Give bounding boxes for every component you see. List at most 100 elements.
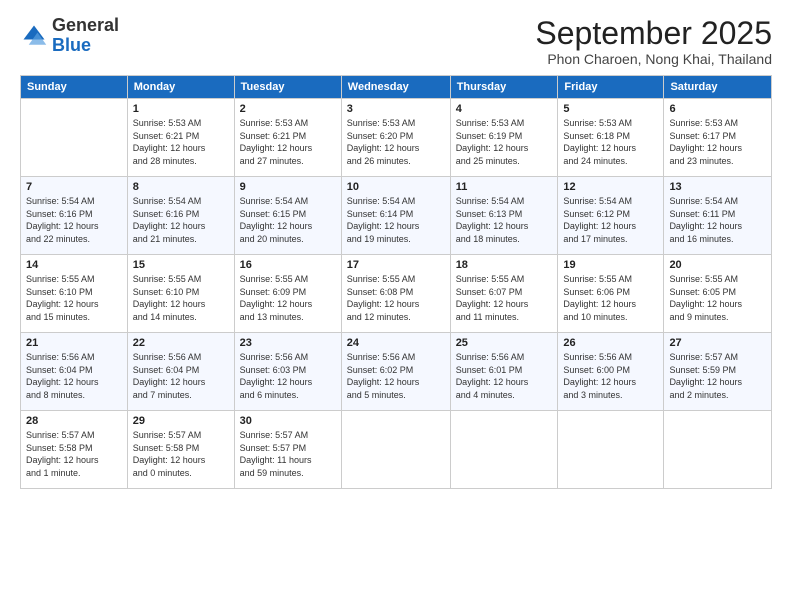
day-number: 12 (563, 181, 658, 193)
calendar-week-row: 28Sunrise: 5:57 AM Sunset: 5:58 PM Dayli… (21, 411, 772, 489)
table-row (341, 411, 450, 489)
day-info: Sunrise: 5:54 AM Sunset: 6:15 PM Dayligh… (240, 195, 336, 245)
table-row: 25Sunrise: 5:56 AM Sunset: 6:01 PM Dayli… (450, 333, 558, 411)
day-number: 9 (240, 181, 336, 193)
day-info: Sunrise: 5:56 AM Sunset: 6:04 PM Dayligh… (26, 351, 122, 401)
table-row: 27 Sunrise: 5:57 AM Sunset: 5:59 PM Dayli… (664, 333, 772, 411)
day-number: 27 (669, 337, 766, 349)
day-info: Sunrise: 5:55 AM Sunset: 6:05 PM Dayligh… (669, 273, 766, 323)
page: General Blue September 2025 Phon Charoen… (0, 0, 792, 612)
table-row: 18Sunrise: 5:55 AM Sunset: 6:07 PM Dayli… (450, 255, 558, 333)
day-number: 16 (240, 259, 336, 271)
table-row: 3 Sunrise: 5:53 AM Sunset: 6:20 PM Daylig… (341, 99, 450, 177)
calendar-header-row: Sunday Monday Tuesday Wednesday Thursday… (21, 76, 772, 99)
day-number: 13 (669, 181, 766, 193)
calendar-week-row: 14 Sunrise: 5:55 AM Sunset: 6:10 PM Dayli… (21, 255, 772, 333)
calendar-week-row: 7 Sunrise: 5:54 AM Sunset: 6:16 PM Daylig… (21, 177, 772, 255)
day-number: 30 (240, 415, 336, 427)
day-info: Sunrise: 5:57 AM Sunset: 5:58 PM Dayligh… (133, 429, 229, 479)
table-row: 6 Sunrise: 5:53 AM Sunset: 6:17 PM Daylig… (664, 99, 772, 177)
day-number: 14 (26, 259, 122, 271)
table-row: 5Sunrise: 5:53 AM Sunset: 6:18 PM Daylig… (558, 99, 664, 177)
table-row: 29 Sunrise: 5:57 AM Sunset: 5:58 PM Dayli… (127, 411, 234, 489)
day-info: Sunrise: 5:57 AM Sunset: 5:58 PM Dayligh… (26, 429, 122, 479)
table-row: 23Sunrise: 5:56 AM Sunset: 6:03 PM Dayli… (234, 333, 341, 411)
day-number: 20 (669, 259, 766, 271)
day-number: 18 (456, 259, 553, 271)
day-number: 11 (456, 181, 553, 193)
day-info: Sunrise: 5:55 AM Sunset: 6:08 PM Dayligh… (347, 273, 445, 323)
day-info: Sunrise: 5:53 AM Sunset: 6:19 PM Dayligh… (456, 117, 553, 167)
col-monday: Monday (127, 76, 234, 99)
day-number: 4 (456, 103, 553, 115)
table-row: 1 Sunrise: 5:53 AM Sunset: 6:21 PM Daylig… (127, 99, 234, 177)
day-info: Sunrise: 5:54 AM Sunset: 6:14 PM Dayligh… (347, 195, 445, 245)
day-info: Sunrise: 5:53 AM Sunset: 6:17 PM Dayligh… (669, 117, 766, 167)
col-tuesday: Tuesday (234, 76, 341, 99)
day-info: Sunrise: 5:53 AM Sunset: 6:18 PM Dayligh… (563, 117, 658, 167)
day-number: 23 (240, 337, 336, 349)
table-row: 21 Sunrise: 5:56 AM Sunset: 6:04 PM Dayli… (21, 333, 128, 411)
day-number: 22 (133, 337, 229, 349)
table-row: 22 Sunrise: 5:56 AM Sunset: 6:04 PM Dayli… (127, 333, 234, 411)
day-info: Sunrise: 5:55 AM Sunset: 6:06 PM Dayligh… (563, 273, 658, 323)
day-info: Sunrise: 5:56 AM Sunset: 6:00 PM Dayligh… (563, 351, 658, 401)
header: General Blue September 2025 Phon Charoen… (20, 16, 772, 67)
day-info: Sunrise: 5:57 AM Sunset: 5:59 PM Dayligh… (669, 351, 766, 401)
day-info: Sunrise: 5:54 AM Sunset: 6:16 PM Dayligh… (133, 195, 229, 245)
day-info: Sunrise: 5:55 AM Sunset: 6:10 PM Dayligh… (133, 273, 229, 323)
day-info: Sunrise: 5:54 AM Sunset: 6:11 PM Dayligh… (669, 195, 766, 245)
table-row: 14 Sunrise: 5:55 AM Sunset: 6:10 PM Dayli… (21, 255, 128, 333)
table-row: 7Sunrise: 5:54 AM Sunset: 6:16 PM Daylig… (21, 177, 128, 255)
day-info: Sunrise: 5:53 AM Sunset: 6:20 PM Dayligh… (347, 117, 445, 167)
day-info: Sunrise: 5:54 AM Sunset: 6:13 PM Dayligh… (456, 195, 553, 245)
day-number: 24 (347, 337, 445, 349)
table-row (558, 411, 664, 489)
day-info: Sunrise: 5:55 AM Sunset: 6:10 PM Dayligh… (26, 273, 122, 323)
day-number: 7 (26, 181, 122, 193)
table-row: 15 Sunrise: 5:55 AM Sunset: 6:10 PM Dayli… (127, 255, 234, 333)
day-number: 3 (347, 103, 445, 115)
col-saturday: Saturday (664, 76, 772, 99)
day-number: 8 (133, 181, 229, 193)
table-row: 30Sunrise: 5:57 AM Sunset: 5:57 PM Dayli… (234, 411, 341, 489)
table-row: 8 Sunrise: 5:54 AM Sunset: 6:16 PM Daylig… (127, 177, 234, 255)
calendar-table: Sunday Monday Tuesday Wednesday Thursday… (20, 75, 772, 489)
table-row: 10Sunrise: 5:54 AM Sunset: 6:14 PM Dayli… (341, 177, 450, 255)
day-info: Sunrise: 5:55 AM Sunset: 6:09 PM Dayligh… (240, 273, 336, 323)
table-row: 11 Sunrise: 5:54 AM Sunset: 6:13 PM Dayli… (450, 177, 558, 255)
logo-icon (20, 22, 48, 50)
col-sunday: Sunday (21, 76, 128, 99)
logo-general: General (52, 15, 119, 35)
day-number: 15 (133, 259, 229, 271)
table-row (664, 411, 772, 489)
day-number: 17 (347, 259, 445, 271)
table-row: 17 Sunrise: 5:55 AM Sunset: 6:08 PM Dayli… (341, 255, 450, 333)
day-number: 2 (240, 103, 336, 115)
table-row: 19Sunrise: 5:55 AM Sunset: 6:06 PM Dayli… (558, 255, 664, 333)
table-row: 9 Sunrise: 5:54 AM Sunset: 6:15 PM Daylig… (234, 177, 341, 255)
logo: General Blue (20, 16, 119, 56)
day-info: Sunrise: 5:54 AM Sunset: 6:12 PM Dayligh… (563, 195, 658, 245)
table-row: 20 Sunrise: 5:55 AM Sunset: 6:05 PM Dayli… (664, 255, 772, 333)
day-info: Sunrise: 5:56 AM Sunset: 6:01 PM Dayligh… (456, 351, 553, 401)
logo-text: General Blue (52, 16, 119, 56)
logo-blue: Blue (52, 35, 91, 55)
table-row (21, 99, 128, 177)
day-number: 6 (669, 103, 766, 115)
day-number: 1 (133, 103, 229, 115)
day-info: Sunrise: 5:56 AM Sunset: 6:02 PM Dayligh… (347, 351, 445, 401)
table-row (450, 411, 558, 489)
table-row: 13 Sunrise: 5:54 AM Sunset: 6:11 PM Dayli… (664, 177, 772, 255)
table-row: 2Sunrise: 5:53 AM Sunset: 6:21 PM Daylig… (234, 99, 341, 177)
table-row: 28Sunrise: 5:57 AM Sunset: 5:58 PM Dayli… (21, 411, 128, 489)
table-row: 16 Sunrise: 5:55 AM Sunset: 6:09 PM Dayli… (234, 255, 341, 333)
day-number: 26 (563, 337, 658, 349)
col-thursday: Thursday (450, 76, 558, 99)
day-info: Sunrise: 5:56 AM Sunset: 6:04 PM Dayligh… (133, 351, 229, 401)
day-info: Sunrise: 5:53 AM Sunset: 6:21 PM Dayligh… (133, 117, 229, 167)
day-number: 21 (26, 337, 122, 349)
col-friday: Friday (558, 76, 664, 99)
table-row: 12 Sunrise: 5:54 AM Sunset: 6:12 PM Dayli… (558, 177, 664, 255)
day-number: 29 (133, 415, 229, 427)
